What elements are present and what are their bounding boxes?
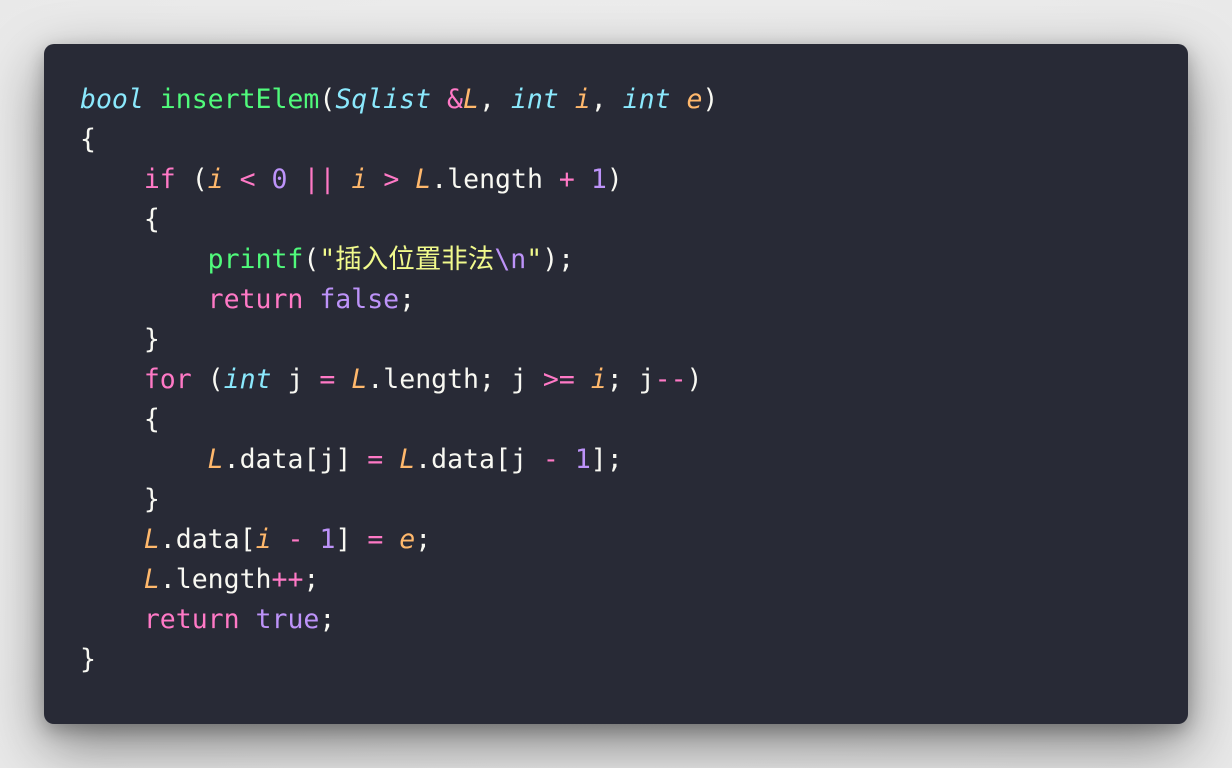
token-var-L: L [143, 524, 160, 555]
token-operator: < [239, 164, 256, 195]
code-line-8: for (int j = L.length; j >= i; j--) [143, 364, 703, 395]
token-function-printf: printf [207, 244, 304, 275]
token-string-end: " [526, 244, 543, 275]
token-member-length: length [175, 564, 272, 595]
token-operator: - [287, 524, 304, 555]
token-member-data: data [431, 444, 495, 475]
code-line-13: L.length++; [143, 564, 320, 595]
code-line-12: L.data[i - 1] = e; [143, 524, 432, 555]
token-operator: - [542, 444, 559, 475]
code-line-11: } [80, 484, 160, 515]
token-keyword-return: return [143, 604, 240, 635]
token-ampersand: & [447, 84, 463, 115]
token-function-name: insertElem [159, 84, 320, 115]
token-literal-false: false [319, 284, 400, 315]
token-var-j: j [510, 444, 527, 475]
token-var-L: L [207, 444, 224, 475]
code-block: bool insertElem(Sqlist &L, int i, int e)… [80, 80, 1188, 680]
token-number: 1 [319, 524, 336, 555]
token-var-i: i [255, 524, 272, 555]
token-literal-true: true [255, 604, 320, 635]
token-var-L: L [143, 564, 160, 595]
token-operator: ++ [271, 564, 304, 595]
token-var-e: e [399, 524, 416, 555]
code-snippet-window: bool insertElem(Sqlist &L, int i, int e)… [44, 44, 1188, 724]
code-line-4: { [80, 204, 160, 235]
token-member-data: data [175, 524, 240, 555]
token-var-j: j [638, 364, 655, 395]
token-param-e: e [686, 84, 703, 115]
token-number: 1 [590, 164, 607, 195]
token-member-length: length [447, 164, 543, 195]
token-var-j: j [287, 364, 304, 395]
token-keyword-if: if [143, 164, 176, 195]
code-line-10: L.data[j] = L.data[j - 1]; [207, 444, 623, 475]
token-var-i: i [351, 164, 368, 195]
token-var-i: i [207, 164, 224, 195]
token-number: 1 [574, 444, 591, 475]
token-param-type: Sqlist [335, 84, 432, 115]
code-line-9: { [80, 404, 160, 435]
token-operator: = [319, 364, 336, 395]
code-line-5: printf("插入位置非法\n"); [207, 244, 575, 275]
code-line-15: } [80, 644, 96, 675]
token-escape: \n [494, 244, 527, 275]
token-string: "插入位置非法 [319, 244, 495, 275]
token-operator: || [303, 164, 336, 195]
token-operator: > [383, 164, 400, 195]
code-line-1: bool insertElem(Sqlist &L, int i, int e) [80, 84, 719, 115]
token-var-L: L [351, 364, 368, 395]
code-line-14: return true; [143, 604, 336, 635]
token-return-type: bool [80, 84, 144, 115]
code-line-2: { [80, 124, 96, 155]
token-operator: = [367, 444, 384, 475]
code-line-6: return false; [207, 284, 416, 315]
token-param-i: i [574, 84, 591, 115]
token-var-L: L [399, 444, 416, 475]
token-var-j: j [319, 444, 336, 475]
token-var-i: i [590, 364, 607, 395]
token-operator: -- [654, 364, 687, 395]
token-keyword-return: return [207, 284, 304, 315]
token-operator: = [367, 524, 384, 555]
token-var-j: j [510, 364, 527, 395]
token-var-L: L [415, 164, 432, 195]
token-keyword-for: for [143, 364, 192, 395]
token-operator: + [558, 164, 575, 195]
token-param-type: int [622, 84, 671, 115]
token-member-length: length [383, 364, 480, 395]
token-operator: >= [542, 364, 575, 395]
code-line-3: if (i < 0 || i > L.length + 1) [143, 164, 623, 195]
token-number: 0 [271, 164, 288, 195]
token-param-type: int [510, 84, 559, 115]
token-type-int: int [223, 364, 272, 395]
token-param-L: L [462, 84, 479, 115]
canvas: bool insertElem(Sqlist &L, int i, int e)… [0, 0, 1232, 768]
code-line-7: } [80, 324, 160, 355]
token-member-data: data [239, 444, 304, 475]
